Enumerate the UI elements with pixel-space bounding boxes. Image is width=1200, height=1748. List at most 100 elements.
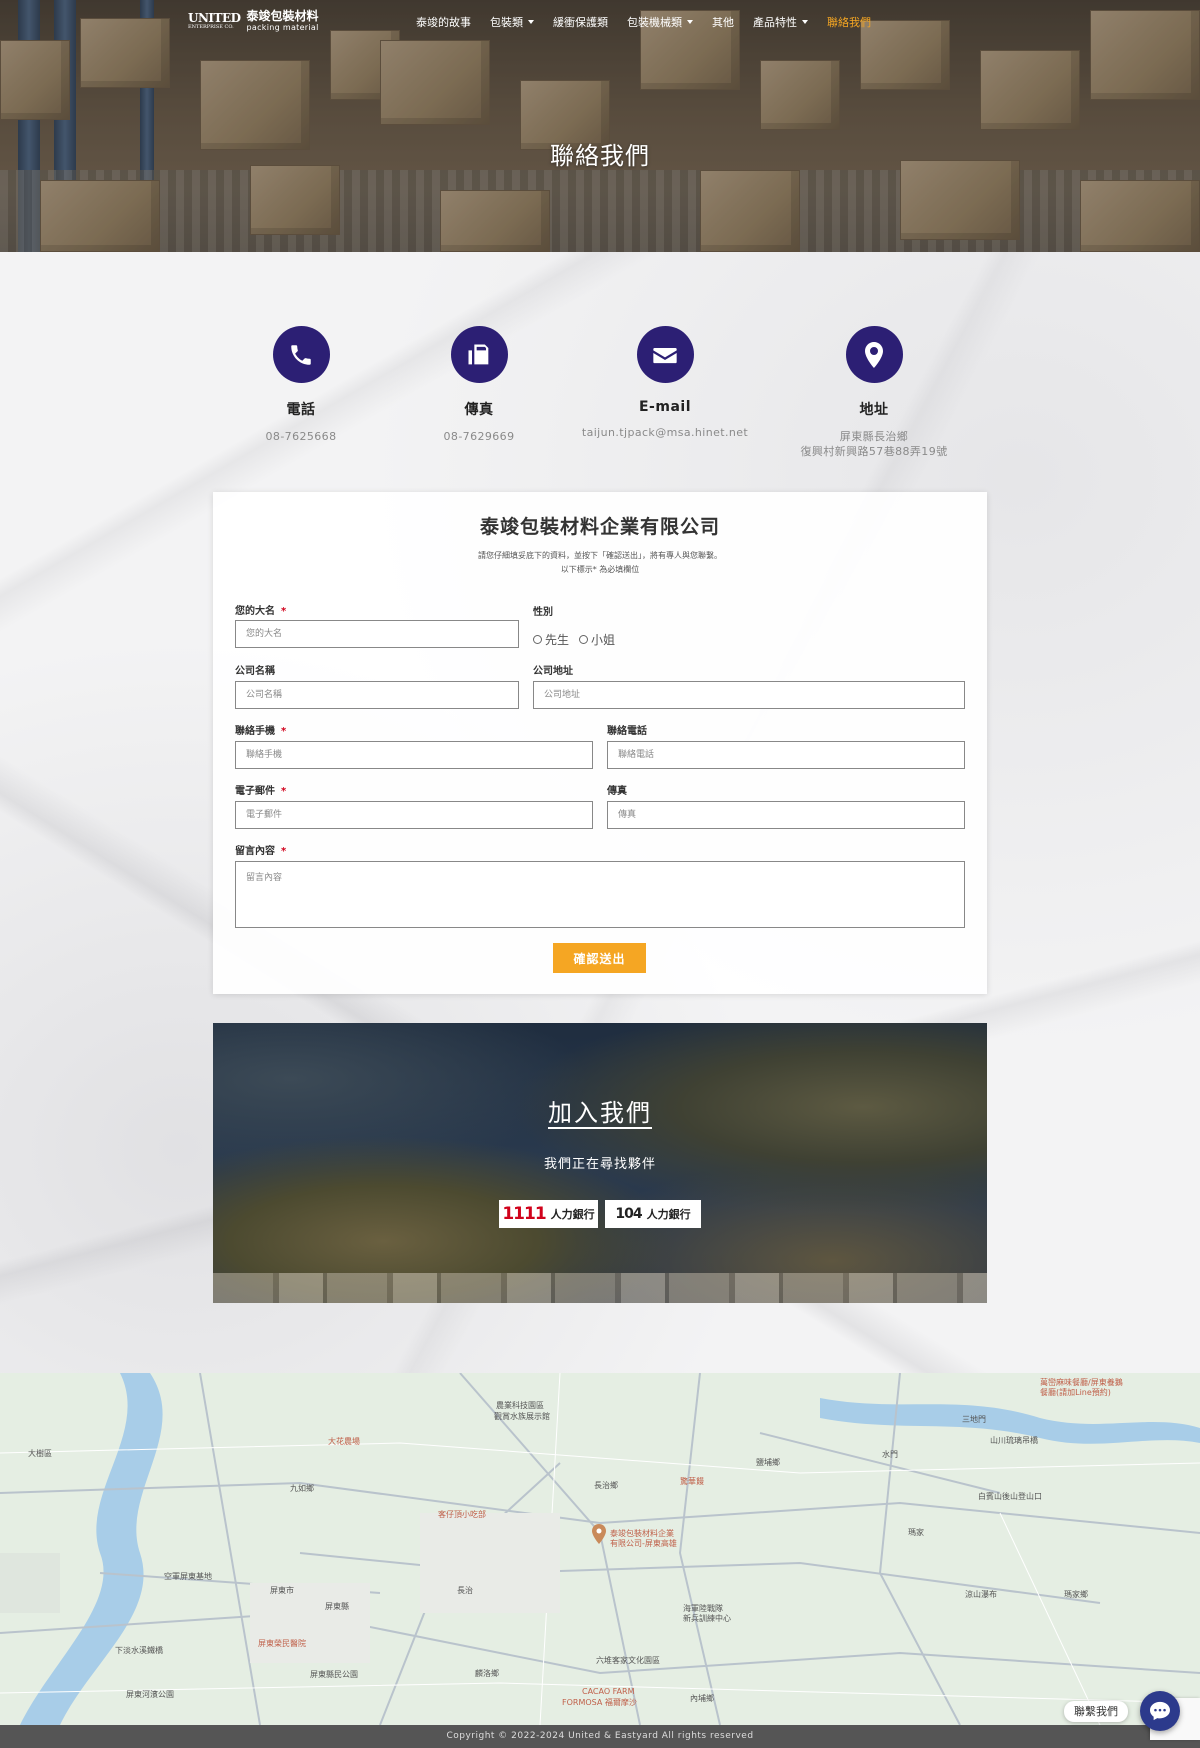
map-label: 麟洛鄉 bbox=[475, 1669, 499, 1678]
address-label: 公司地址 bbox=[533, 666, 573, 677]
fax-input[interactable] bbox=[607, 801, 965, 829]
logo-mark-text: UNITED bbox=[188, 10, 241, 25]
main-menu: 泰竣的故事 包裝類 緩衝保護類 包裝機械類 其他 產品特性 聯絡我們 bbox=[416, 14, 890, 30]
label-text: 聯絡手機 bbox=[235, 726, 275, 737]
map-label: 驚華饅 bbox=[680, 1477, 704, 1486]
nav-item-cushioning[interactable]: 緩衝保護類 bbox=[553, 14, 608, 30]
required-mark: * bbox=[281, 726, 287, 737]
mobile-label: 聯絡手機 * bbox=[235, 722, 286, 737]
map-label: CACAO FARM bbox=[582, 1687, 635, 1696]
nav-item-machinery[interactable]: 包裝機械類 bbox=[627, 14, 693, 30]
map-label: 屏東縣民公園 bbox=[310, 1670, 358, 1679]
join-title-underline bbox=[548, 1127, 652, 1129]
required-mark: * bbox=[281, 786, 287, 797]
radio-label: 小姐 bbox=[591, 633, 616, 647]
nav-item-label: 包裝機械類 bbox=[627, 16, 682, 29]
site-logo[interactable]: UNITED ENTERPRISE CO. 泰竣包裝材料 packing mat… bbox=[188, 9, 319, 33]
chat-bubble-icon bbox=[1150, 1701, 1170, 1721]
company-location-pin-icon[interactable] bbox=[592, 1524, 606, 1544]
nav-item-contact[interactable]: 聯絡我們 bbox=[827, 14, 871, 30]
map-label: 屏東榮民醫院 bbox=[258, 1639, 306, 1648]
email-icon bbox=[636, 326, 694, 383]
email-label: 電子郵件 * bbox=[235, 782, 286, 797]
contact-address: 地址 屏東縣長治鄉 復興村新興路57巷88弄19號 bbox=[774, 326, 974, 459]
mobile-input[interactable] bbox=[235, 741, 593, 769]
badge-number: 1111 bbox=[502, 1204, 546, 1224]
job-bank-104-link[interactable]: 104 人力銀行 bbox=[605, 1200, 701, 1228]
label-text: 您的大名 bbox=[235, 606, 275, 617]
map-label: 山川琉璃吊橋 bbox=[990, 1436, 1038, 1445]
chat-button[interactable] bbox=[1140, 1691, 1180, 1731]
logo-mark-subtext: ENTERPRISE CO. bbox=[188, 23, 234, 30]
nav-item-packaging[interactable]: 包裝類 bbox=[490, 14, 534, 30]
contact-fax: 傳真 08-7629669 bbox=[379, 326, 579, 444]
name-label: 您的大名 * bbox=[235, 602, 286, 617]
google-map[interactable]: 大樹區 農業科技園區 觀賞水族展示館 大花農場 長治鄉 泰竣包裝材料企業 有限公… bbox=[0, 1373, 1200, 1725]
map-label: 大樹區 bbox=[28, 1449, 52, 1458]
phone-icon bbox=[272, 326, 330, 383]
required-mark: * bbox=[281, 606, 287, 617]
map-label: 長治 bbox=[457, 1586, 473, 1595]
map-label: 下淡水溪鐵橋 bbox=[115, 1646, 163, 1655]
site-footer: Copyright © 2022-2024 United & Eastyard … bbox=[0, 1725, 1200, 1748]
map-label: 屏東河濱公園 bbox=[126, 1690, 174, 1699]
contact-value[interactable]: taijun.tjpack@msa.hinet.net bbox=[565, 425, 765, 440]
badge-text: 人力銀行 bbox=[550, 1208, 595, 1221]
map-label: 空軍屏東基地 bbox=[164, 1572, 212, 1581]
message-label: 留言內容 * bbox=[235, 842, 286, 857]
phone-label: 聯絡電話 bbox=[607, 726, 647, 737]
contact-title: 傳真 bbox=[464, 402, 494, 418]
required-mark: * bbox=[281, 846, 287, 857]
submit-button[interactable]: 確認送出 bbox=[553, 943, 646, 973]
message-textarea[interactable] bbox=[235, 861, 965, 928]
logo-text: 泰竣包裝材料 packing material bbox=[247, 9, 319, 33]
nav-item-label: 緩衝保護類 bbox=[553, 16, 608, 29]
contact-title: 地址 bbox=[859, 402, 889, 418]
join-us-section: 加入我們 我們正在尋找夥伴 1111 人力銀行 104 人力銀行 bbox=[213, 1023, 987, 1303]
name-input[interactable] bbox=[235, 620, 519, 648]
map-label: 涼山瀑布 bbox=[965, 1590, 997, 1599]
gender-radio-ms[interactable]: 小姐 bbox=[579, 631, 615, 648]
nav-item-label: 產品特性 bbox=[753, 16, 797, 29]
nav-item-features[interactable]: 產品特性 bbox=[753, 14, 808, 30]
company-input[interactable] bbox=[235, 681, 519, 709]
map-label: 鹽埔鄉 bbox=[756, 1458, 780, 1467]
map-label: 白賓山後山登山口 bbox=[978, 1492, 1042, 1501]
nav-item-story[interactable]: 泰竣的故事 bbox=[416, 14, 471, 30]
phone-input[interactable] bbox=[607, 741, 965, 769]
fax-icon bbox=[450, 326, 508, 383]
location-pin-icon bbox=[845, 326, 903, 383]
address-input[interactable] bbox=[533, 681, 965, 709]
radio-circle-icon bbox=[533, 635, 542, 644]
join-title: 加入我們 bbox=[548, 1099, 652, 1127]
logo-chinese-name: 泰竣包裝材料 bbox=[246, 9, 319, 23]
map-label: 三地門 bbox=[962, 1415, 986, 1424]
map-label: 客仔頂小吃部 bbox=[438, 1510, 486, 1519]
contact-email: E-mail taijun.tjpack@msa.hinet.net bbox=[565, 326, 765, 440]
map-label: 餐廳(請加Line預約) bbox=[1040, 1388, 1111, 1397]
radio-circle-icon bbox=[579, 635, 589, 644]
copyright-text: Copyright © 2022-2024 United & Eastyard … bbox=[446, 1731, 754, 1741]
address-line-2: 復興村新興路57巷88弄19號 bbox=[800, 445, 948, 458]
nav-item-other[interactable]: 其他 bbox=[712, 14, 734, 30]
contact-title: 電話 bbox=[286, 402, 316, 418]
job-bank-1111-link[interactable]: 1111 人力銀行 bbox=[499, 1200, 598, 1228]
join-background-boxes bbox=[213, 1273, 987, 1303]
chat-label[interactable]: 聯繫我們 bbox=[1064, 1701, 1128, 1722]
badge-number: 104 bbox=[615, 1206, 642, 1222]
form-note-line-1: 請您仔細填妥底下的資料，並按下「確認送出」，將有專人與您聯繫。 bbox=[478, 551, 722, 560]
caret-down-icon bbox=[802, 20, 808, 24]
address-line-1: 屏東縣長治鄉 bbox=[839, 430, 909, 443]
contact-title: E-mail bbox=[638, 399, 691, 415]
map-label: 水門 bbox=[882, 1450, 898, 1459]
map-label: 瑪家 bbox=[908, 1528, 924, 1537]
map-label: 新兵訓練中心 bbox=[683, 1614, 731, 1623]
nav-item-label: 其他 bbox=[712, 16, 734, 29]
caret-down-icon bbox=[528, 20, 534, 24]
label-text: 電子郵件 bbox=[235, 786, 275, 797]
map-label: 屏東縣 bbox=[325, 1602, 349, 1611]
radio-label: 先生 bbox=[545, 633, 570, 647]
map-label: 瑪家鄉 bbox=[1064, 1590, 1088, 1599]
gender-radio-mr[interactable]: 先生 bbox=[533, 631, 569, 648]
email-input[interactable] bbox=[235, 801, 593, 829]
